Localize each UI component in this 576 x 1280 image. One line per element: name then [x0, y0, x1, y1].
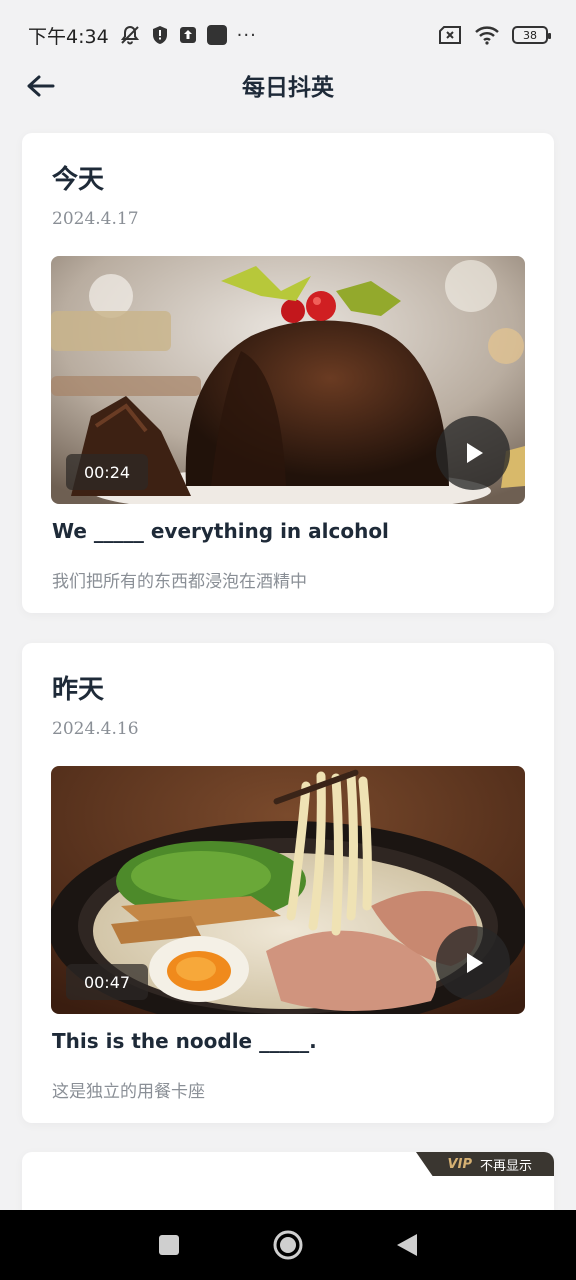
battery-icon: 38 [512, 26, 551, 44]
day-label: 今天 [52, 165, 105, 195]
status-time: 下午4:34 [28, 25, 109, 48]
vip-dismiss-badge[interactable]: VIP 不再显示 [416, 1152, 554, 1176]
video-duration: 00:47 [66, 964, 148, 1000]
dismiss-label: 不再显示 [479, 1158, 532, 1174]
play-icon [467, 443, 483, 463]
card-date: 2024.4.16 [52, 719, 139, 739]
daily-card-today[interactable]: 今天 2024.4.17 00:24 We _____ everything i… [22, 133, 554, 613]
day-label: 昨天 [52, 675, 105, 705]
video-duration: 00:24 [66, 454, 148, 490]
wifi-icon [474, 25, 500, 45]
daily-card-yesterday[interactable]: 昨天 2024.4.16 00:47 This is the noodle __… [22, 643, 554, 1123]
recents-square-icon [159, 1235, 180, 1255]
page-title: 每日抖英 [242, 75, 334, 101]
system-nav-bar [0, 1210, 576, 1280]
play-button[interactable] [436, 416, 510, 490]
sim-x-icon [438, 26, 462, 44]
english-sentence: We _____ everything in alcohol [52, 519, 389, 543]
home-circle-icon [273, 1230, 303, 1260]
video-thumbnail[interactable]: 00:47 [51, 766, 525, 1014]
home-button[interactable] [268, 1225, 308, 1265]
chinese-translation: 这是独立的用餐卡座 [52, 1082, 205, 1102]
card-date: 2024.4.17 [52, 209, 139, 229]
status-right: 38 [438, 25, 551, 45]
more-dots-icon: ··· [236, 24, 257, 46]
mute-bell-icon [119, 24, 141, 46]
status-left: 下午4:34 ··· [28, 22, 257, 49]
app-header: 每日抖英 [0, 60, 576, 110]
battery-level: 38 [523, 28, 537, 42]
shield-icon [151, 25, 169, 45]
vip-label: VIP [447, 1156, 472, 1172]
app-square-icon [206, 25, 227, 45]
back-button[interactable] [22, 68, 58, 104]
upload-icon [179, 26, 197, 44]
back-nav-button[interactable] [387, 1225, 427, 1265]
english-sentence: This is the noodle _____. [52, 1029, 317, 1053]
video-thumbnail[interactable]: 00:24 [51, 256, 525, 504]
arrow-left-icon [27, 75, 55, 97]
back-triangle-icon [396, 1234, 417, 1256]
play-icon [467, 953, 483, 973]
play-button[interactable] [436, 926, 510, 1000]
chinese-translation: 我们把所有的东西都浸泡在酒精中 [52, 572, 307, 592]
recents-button[interactable] [149, 1225, 189, 1265]
